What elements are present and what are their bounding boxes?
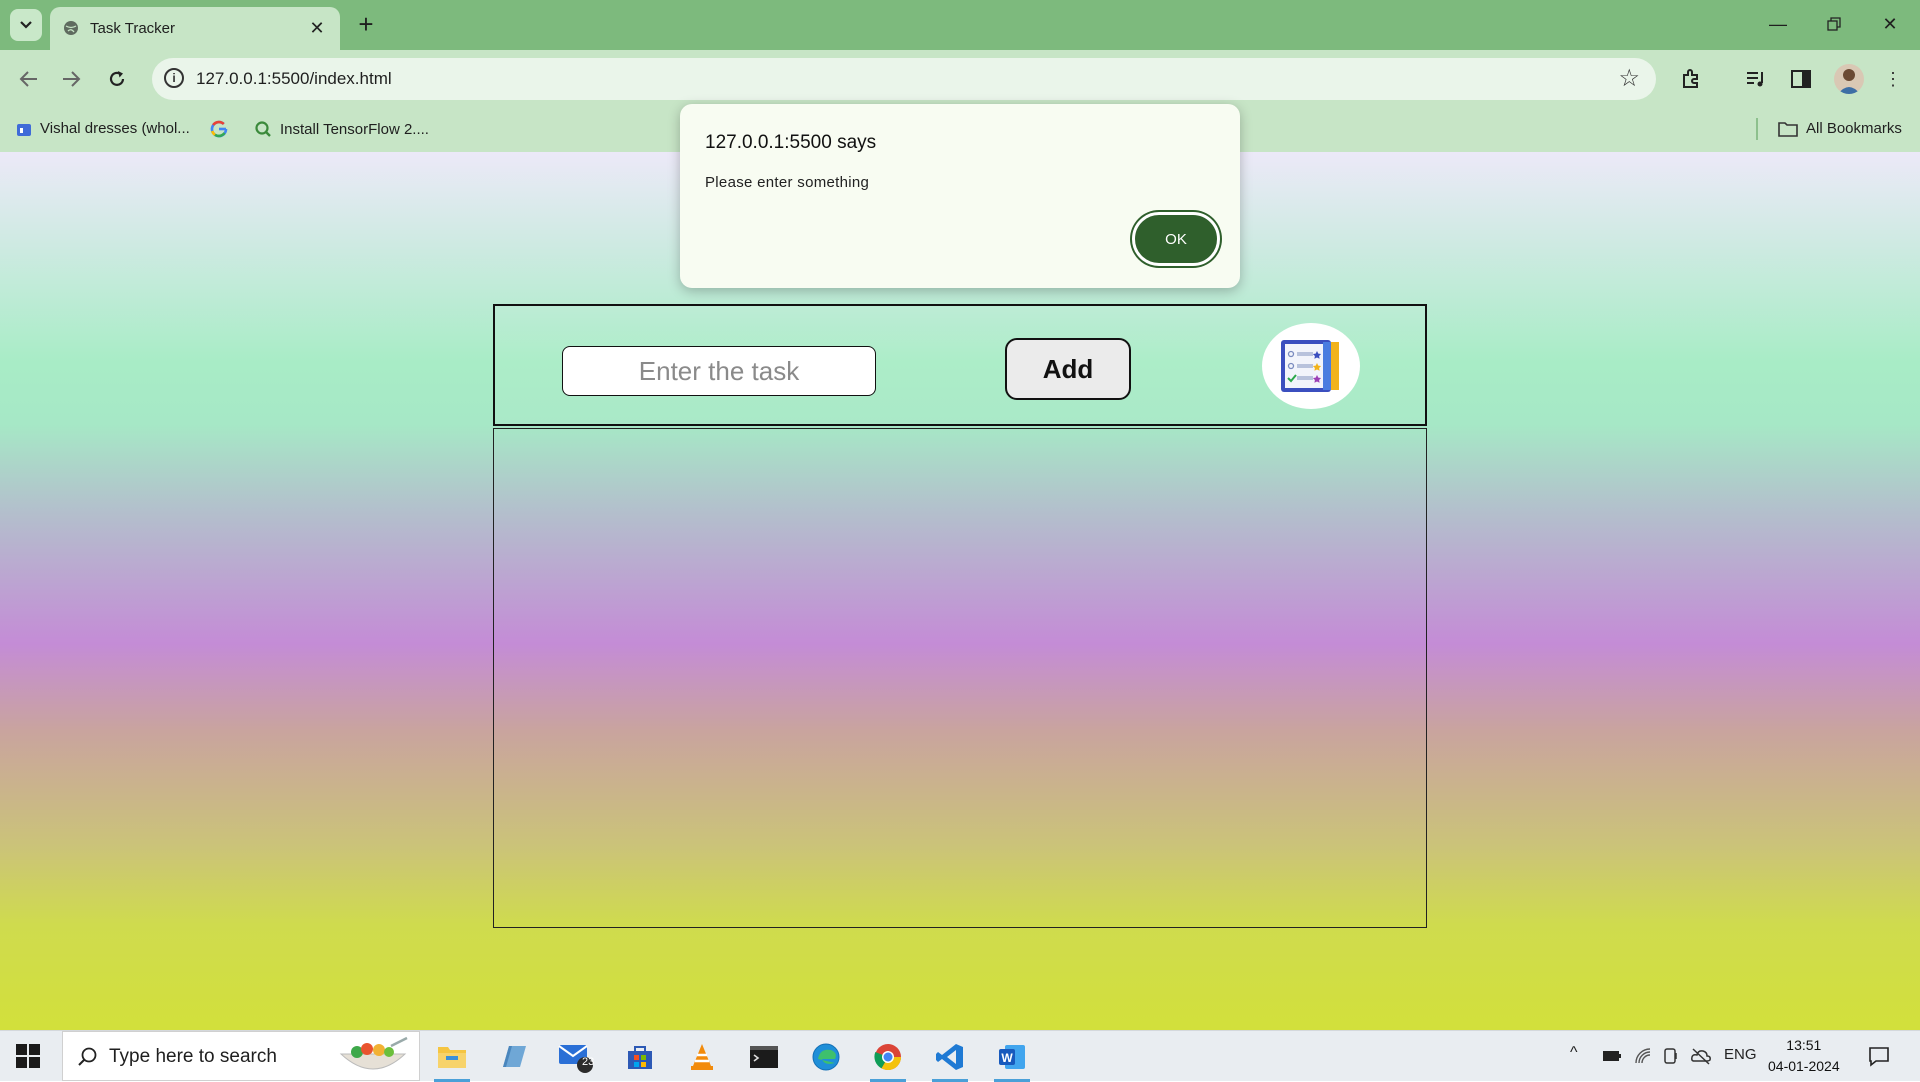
salad-bowl-icon [339, 1036, 408, 1070]
search-icon [78, 1047, 97, 1066]
word-icon: W [999, 1045, 1025, 1069]
taskbar-file-explorer[interactable] [432, 1039, 472, 1082]
forward-button[interactable] [56, 64, 86, 94]
clock-date: 04-01-2024 [1768, 1058, 1840, 1074]
address-bar[interactable]: i 127.0.0.1:5500/index.html ☆ [152, 58, 1656, 100]
dialog-message: Please enter something [705, 174, 870, 191]
store-icon [628, 1046, 652, 1069]
taskbar-vlc[interactable] [682, 1039, 722, 1075]
windows-start-icon[interactable] [16, 1044, 40, 1068]
taskbar-search-box[interactable]: Type here to search [62, 1031, 420, 1081]
url-text: 127.0.0.1:5500/index.html [196, 69, 392, 88]
edge-icon [812, 1043, 840, 1071]
reload-icon [109, 71, 125, 86]
back-button[interactable] [14, 64, 44, 94]
avatar-icon [1838, 69, 1860, 94]
task-input-panel: Add [493, 304, 1427, 426]
side-panel-icon[interactable] [1786, 64, 1816, 94]
media-control-icon[interactable] [1741, 64, 1771, 94]
checklist-logo [1262, 323, 1360, 409]
bookmark-vishal-dresses[interactable]: Vishal dresses (whol... [16, 120, 190, 137]
search-result-icon [255, 121, 271, 137]
show-hidden-icons-chevron-icon[interactable]: ^ [1570, 1044, 1578, 1062]
bookmark-label: Install TensorFlow 2.... [280, 120, 429, 138]
google-icon [210, 120, 228, 138]
browser-toolbar: i 127.0.0.1:5500/index.html ☆ ⋮ [0, 50, 1920, 108]
search-placeholder: Type here to search [109, 1046, 277, 1067]
taskbar-mail[interactable]: 23 [556, 1039, 596, 1075]
taskbar-vscode[interactable] [930, 1039, 970, 1082]
globe-icon [64, 21, 78, 35]
ok-button[interactable]: OK [1132, 212, 1220, 266]
windows-taskbar: Type here to search 23 W ^ ENG 13:51 04-… [0, 1030, 1920, 1082]
taskbar-edge[interactable] [806, 1039, 846, 1075]
alert-dialog: 127.0.0.1:5500 says Please enter somethi… [680, 104, 1240, 288]
close-tab-icon[interactable]: ✕ [306, 17, 328, 39]
tab-task-tracker[interactable]: Task Tracker ✕ [50, 7, 340, 50]
mail-badge: 23 [582, 1056, 595, 1068]
language-indicator[interactable]: ENG [1724, 1046, 1757, 1063]
clock[interactable]: 13:51 04-01-2024 [1768, 1035, 1840, 1077]
bookmarks-divider [1756, 118, 1758, 140]
tab-search-button[interactable] [10, 9, 42, 41]
battery-icon[interactable] [1602, 1049, 1622, 1063]
svg-text:W: W [1001, 1051, 1013, 1065]
bookmark-star-icon[interactable]: ☆ [1618, 64, 1640, 93]
taskbar-app-notes[interactable] [494, 1039, 534, 1075]
add-task-button[interactable]: Add [1005, 338, 1131, 400]
bookmark-google[interactable] [210, 120, 236, 138]
arrow-left-icon [19, 71, 37, 87]
dialog-title: 127.0.0.1:5500 says [705, 132, 877, 153]
vscode-icon [936, 1044, 963, 1070]
taskbar-word[interactable]: W [992, 1039, 1032, 1082]
task-input[interactable] [562, 346, 876, 396]
minimize-button[interactable]: — [1760, 10, 1796, 38]
network-icon[interactable] [1634, 1047, 1652, 1065]
bookmark-install-tensorflow[interactable]: Install TensorFlow 2.... [254, 120, 429, 138]
taskbar-chrome[interactable] [868, 1039, 908, 1082]
taskbar-store[interactable] [620, 1039, 660, 1075]
notes-app-icon [503, 1046, 526, 1067]
device-icon[interactable] [1662, 1047, 1680, 1065]
reload-button[interactable] [102, 64, 132, 94]
site-info-icon[interactable]: i [164, 68, 184, 88]
extensions-icon[interactable] [1676, 64, 1706, 94]
arrow-right-icon [63, 71, 81, 87]
vlc-cone-icon [691, 1044, 713, 1070]
sidebar-icon [1791, 70, 1811, 88]
notification-icon[interactable] [1868, 1045, 1890, 1067]
onedrive-offline-icon[interactable] [1690, 1047, 1712, 1065]
clock-time: 13:51 [1786, 1037, 1822, 1053]
close-window-button[interactable]: ✕ [1872, 10, 1908, 38]
chevron-down-icon [20, 21, 32, 29]
restore-icon [1827, 17, 1841, 31]
all-bookmarks-button[interactable]: All Bookmarks [1778, 120, 1902, 137]
restore-button[interactable] [1816, 10, 1852, 38]
bookmark-label: Vishal dresses (whol... [40, 120, 190, 137]
menu-kebab-icon[interactable]: ⋮ [1878, 64, 1908, 94]
chrome-icon [874, 1044, 902, 1071]
tab-title: Task Tracker [90, 20, 176, 37]
playlist-icon [1747, 72, 1763, 87]
profile-avatar[interactable] [1834, 64, 1864, 94]
folder-icon [1778, 121, 1798, 137]
terminal-icon [750, 1046, 778, 1068]
task-list-panel [493, 428, 1427, 928]
store-icon [17, 123, 31, 136]
folder-icon [438, 1047, 466, 1068]
checklist-icon [1281, 340, 1339, 392]
new-tab-button[interactable]: + [352, 9, 380, 39]
tab-strip: Task Tracker ✕ + — ✕ [0, 0, 1920, 50]
all-bookmarks-label: All Bookmarks [1806, 120, 1902, 137]
puzzle-icon [1683, 69, 1698, 88]
taskbar-terminal[interactable] [744, 1039, 784, 1075]
